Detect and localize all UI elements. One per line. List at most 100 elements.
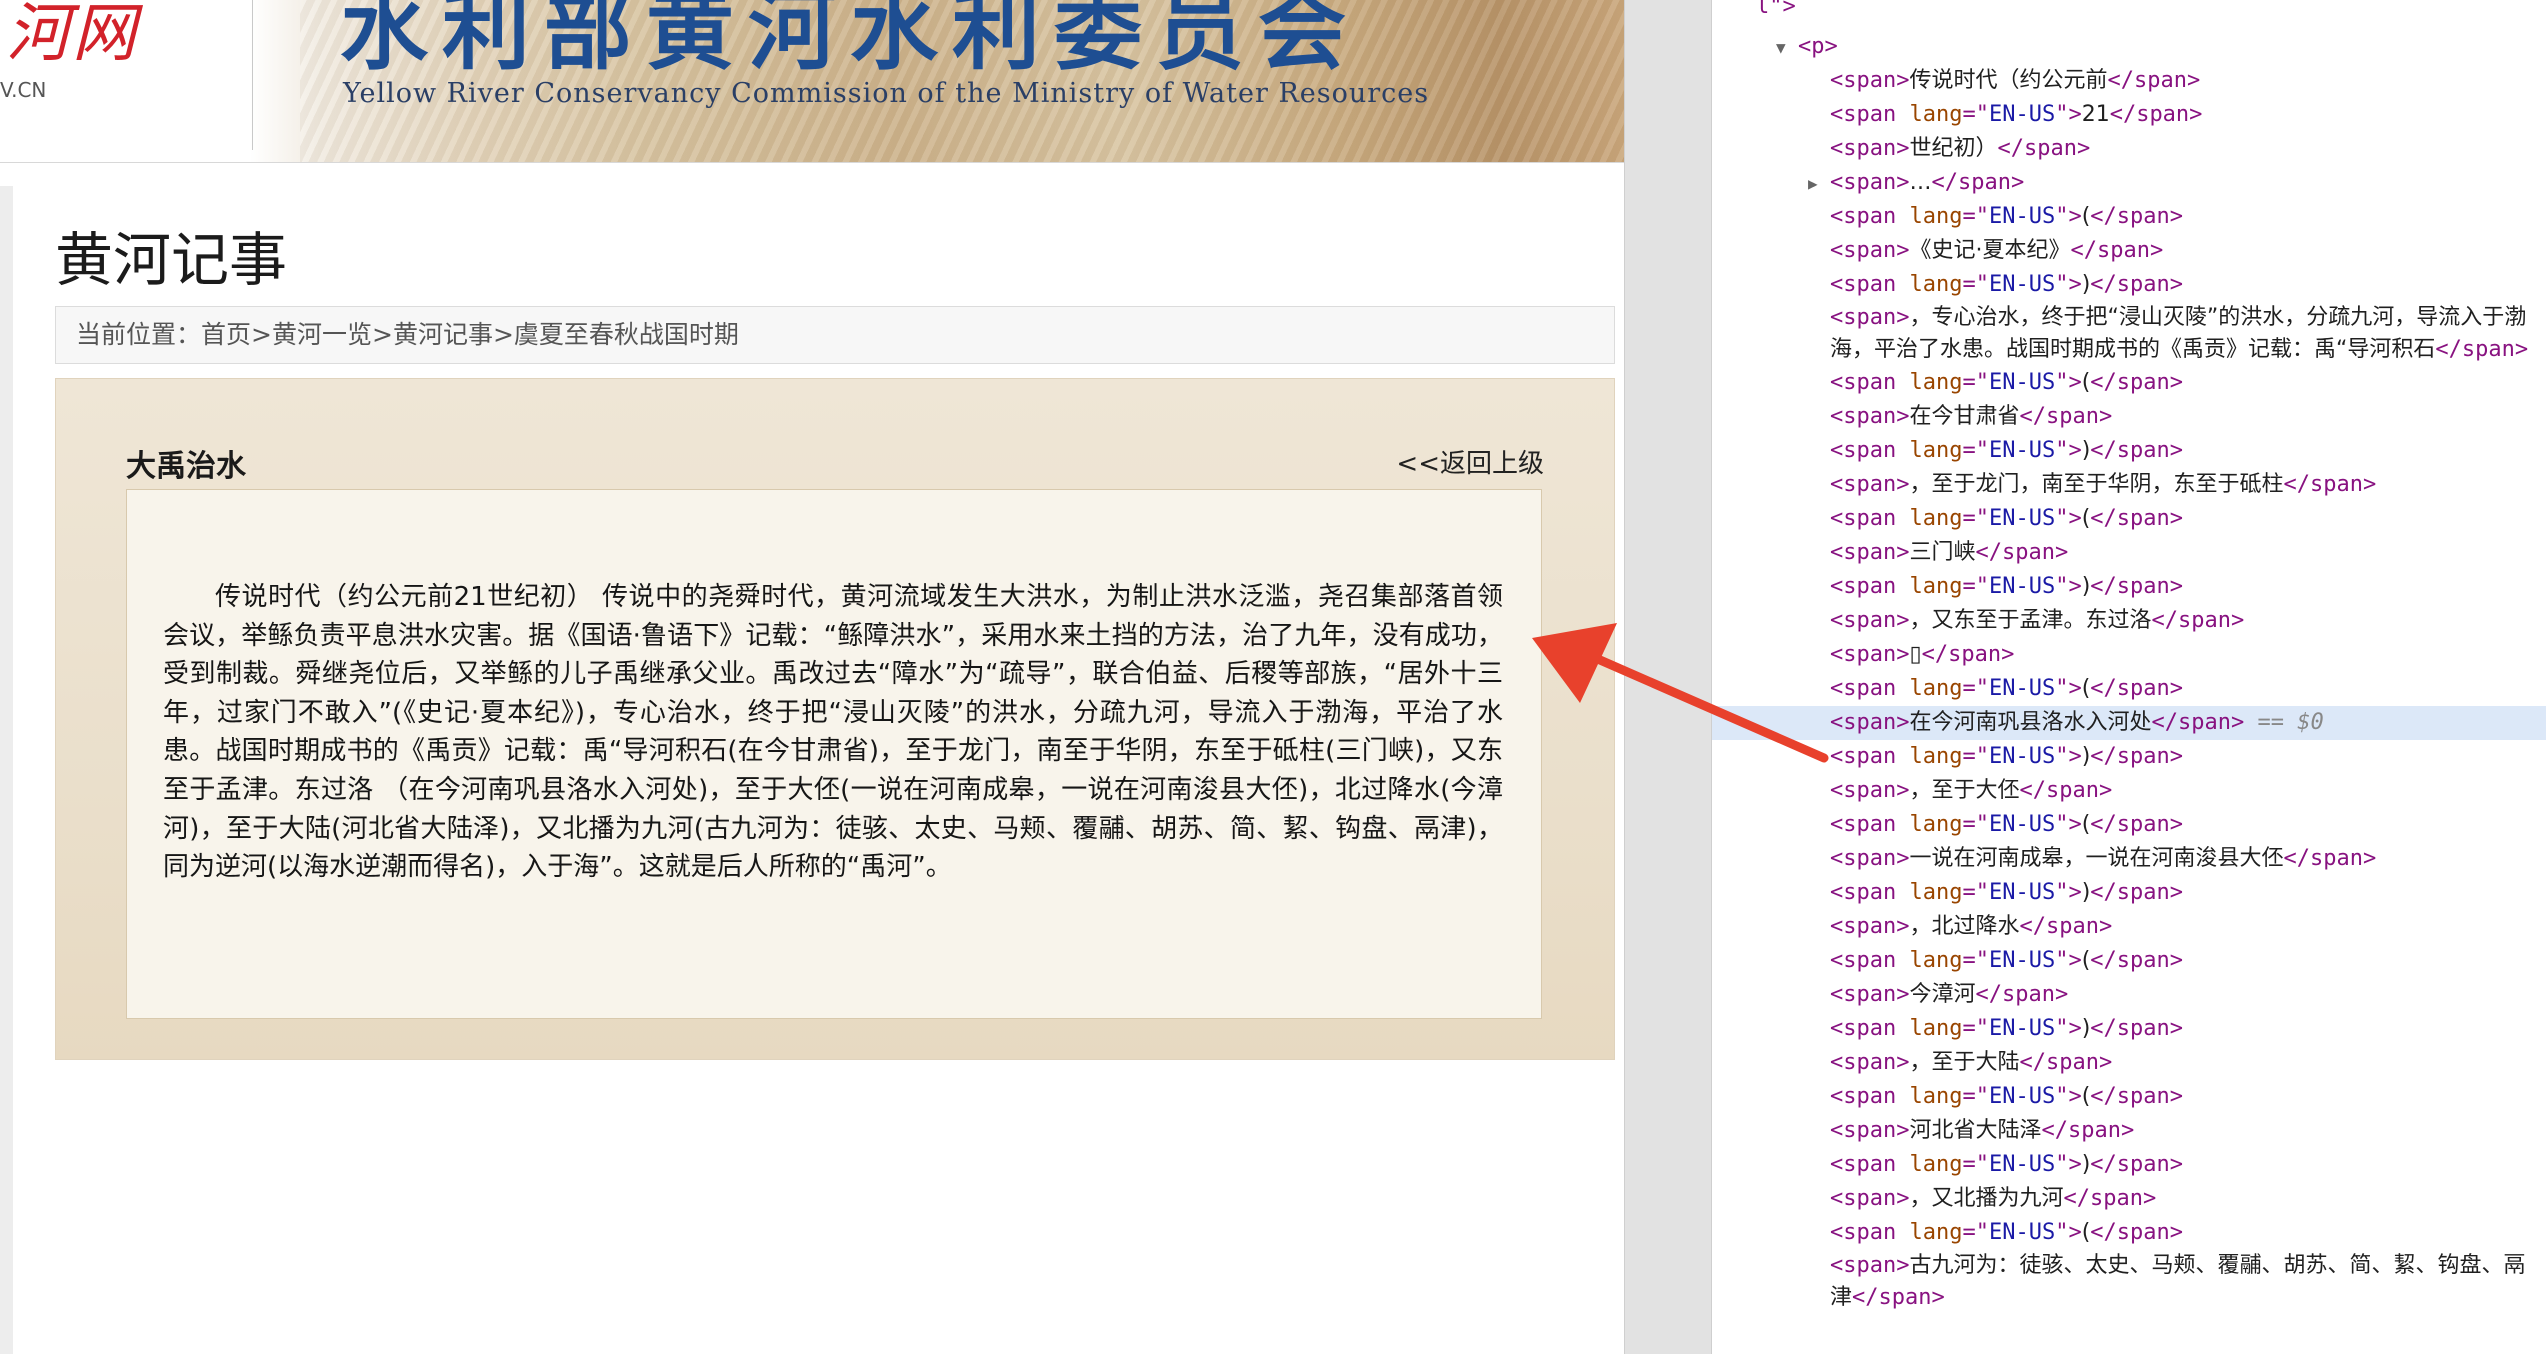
dom-open-tag: <span [1830, 846, 1897, 871]
article-body: 传说时代（约公元前21世纪初） 传说中的尧舜时代，黄河流域发生大洪水，为制止洪水… [163, 582, 1503, 883]
dom-open-tag: <span [1830, 305, 1897, 330]
dom-close-tag: </span> [2107, 68, 2201, 93]
dom-close-tag: </span> [2090, 204, 2184, 229]
dom-attribute-value: EN-US [1988, 676, 2056, 701]
dom-close-tag: </span> [2090, 1152, 2184, 1177]
dom-node[interactable]: <span>，又东至于孟津。东过洛</span> [1712, 604, 2546, 638]
dom-open-tag: <span [1830, 642, 1897, 667]
dom-node[interactable]: <span>《史记·夏本纪》</span> [1712, 234, 2546, 268]
dom-node[interactable]: <span>一说在河南成皋，一说在河南浚县大伾</span> [1712, 842, 2546, 876]
dom-node[interactable]: <span lang="EN-US">(</span> [1712, 200, 2546, 234]
devtools-splitter[interactable] [1624, 0, 1712, 1354]
dom-attribute-name: lang [1896, 1016, 1963, 1041]
dom-text-content: 在今甘肃省 [1909, 404, 2020, 429]
dom-tag-end: > [1896, 404, 1910, 429]
dom-tag-end: > [2068, 102, 2082, 127]
dom-node[interactable]: <span>古九河为：徒骇、太史、马颊、覆鬴、胡苏、简、絜、钩盘、鬲津</spa… [1712, 1250, 2546, 1314]
dom-node[interactable]: <span>三门峡</span> [1712, 536, 2546, 570]
dom-node[interactable]: <span lang="EN-US">)</span> [1712, 268, 2546, 302]
dom-tag-end: > [1896, 305, 1910, 330]
dom-node[interactable]: <span>，又北播为九河</span> [1712, 1182, 2546, 1216]
dom-node[interactable]: <span lang="EN-US">)</span> [1712, 1148, 2546, 1182]
dom-open-tag: <span [1830, 238, 1897, 263]
expand-triangle-icon[interactable]: ▶ [1808, 167, 1830, 201]
dom-close-tag: </span> [2090, 744, 2184, 769]
dom-node[interactable]: <span lang="EN-US">(</span> [1712, 502, 2546, 536]
dom-open-tag: <span [1830, 608, 1897, 633]
dom-open-tag: <span [1830, 1186, 1897, 1211]
dom-text-content: ) [2081, 1152, 2091, 1177]
dom-close-tag: </span> [2041, 1118, 2135, 1143]
dom-node[interactable]: <span>，专心治水，终于把“浸山灭陵”的洪水，分疏九河，导流入于渤海，平治了… [1712, 302, 2546, 366]
dom-node[interactable]: <span lang="EN-US">)</span> [1712, 876, 2546, 910]
dom-attribute-quote: " [2055, 370, 2069, 395]
dom-open-tag: <span [1830, 744, 1897, 769]
dom-close-tag: </span> [1975, 540, 2069, 565]
dom-attribute-value: EN-US [1988, 812, 2056, 837]
dom-selected-marker: == $0 [2244, 710, 2324, 735]
dom-node-selected[interactable]: <span>在今河南巩县洛水入河处</span> == $0 [1712, 706, 2546, 740]
dom-attribute-equals: =" [1962, 676, 1989, 701]
dom-attribute-value: EN-US [1988, 880, 2056, 905]
dom-close-tag: </span> [2283, 846, 2377, 871]
dom-attribute-name: lang [1896, 1152, 1963, 1177]
breadcrumb-chronicle[interactable]: 黄河记事 [393, 320, 493, 349]
dom-node[interactable]: <span lang="EN-US">)</span> [1712, 570, 2546, 604]
dom-tag-end: > [2068, 1152, 2082, 1177]
dom-node[interactable]: <span lang="EN-US">)</span> [1712, 434, 2546, 468]
back-to-parent-link[interactable]: <<返回上级 [1396, 443, 1544, 480]
dom-attribute-equals: =" [1962, 880, 1989, 905]
dom-node[interactable]: <span lang="EN-US">(</span> [1712, 944, 2546, 978]
dom-node[interactable]: ▶ <span>…</span> [1712, 166, 2546, 200]
dom-open-tag: <span [1830, 102, 1897, 127]
dom-tag-end: > [2068, 880, 2082, 905]
dom-node[interactable]: <span lang="EN-US">)</span> [1712, 1012, 2546, 1046]
dom-node[interactable]: <span>▯</span> [1712, 638, 2546, 672]
dom-open-tag: <span [1830, 438, 1897, 463]
dom-node[interactable]: <span>今漳河</span> [1712, 978, 2546, 1012]
dom-node[interactable]: ▼ <p> [1712, 30, 2546, 64]
dom-close-tag: </span> [2063, 1186, 2157, 1211]
dom-text-content: 一说在河南成皋，一说在河南浚县大伾 [1909, 846, 2284, 871]
dom-attribute-quote: " [2055, 676, 2069, 701]
dom-attribute-name: lang [1896, 370, 1963, 395]
site-logo[interactable]: 河网 [6, 0, 138, 74]
dom-attribute-equals: =" [1962, 272, 1989, 297]
dom-attribute-name: lang [1896, 272, 1963, 297]
dom-tag-end: > [1896, 982, 1910, 1007]
dom-node[interactable]: <span>，至于大伾</span> [1712, 774, 2546, 808]
dom-node[interactable]: <span lang="EN-US">(</span> [1712, 1216, 2546, 1250]
breadcrumb-home[interactable]: 首页 [201, 320, 251, 349]
dom-node[interactable]: <span lang="EN-US">(</span> [1712, 808, 2546, 842]
dom-attribute-equals: =" [1962, 204, 1989, 229]
dom-text-content: ，至于龙门，南至于华阴，东至于砥柱 [1909, 472, 2284, 497]
dom-tag-end: > [2068, 272, 2082, 297]
dom-tag-end: > [1896, 68, 1910, 93]
dom-node[interactable]: <span lang="EN-US">(</span> [1712, 366, 2546, 400]
dom-node[interactable]: <span lang="EN-US">(</span> [1712, 1080, 2546, 1114]
dom-node[interactable]: <span>，北过降水</span> [1712, 910, 2546, 944]
dom-node[interactable]: <span>在今甘肃省</span> [1712, 400, 2546, 434]
dom-close-tag: </span> [1931, 170, 2025, 195]
dom-attribute-value: EN-US [1988, 574, 2056, 599]
devtools-elements-panel: l"> ▼ <p> <span>传说时代（约公元前</span> <span lang… [1712, 0, 2546, 1354]
dom-close-tag: </span> [2435, 337, 2529, 362]
dom-node[interactable]: <span>世纪初）</span> [1712, 132, 2546, 166]
dom-node[interactable]: <span lang="EN-US">(</span> [1712, 672, 2546, 706]
dom-node[interactable]: <span>河北省大陆泽</span> [1712, 1114, 2546, 1148]
dom-tag-end: > [1896, 710, 1910, 735]
dom-attribute-equals: =" [1962, 948, 1989, 973]
dom-node[interactable]: <span>，至于龙门，南至于华阴，东至于砥柱</span> [1712, 468, 2546, 502]
dom-text-content: ( [2081, 506, 2091, 531]
dom-node[interactable]: <span>传说时代（约公元前</span> [1712, 64, 2546, 98]
dom-open-tag: <span [1830, 170, 1897, 195]
dom-node[interactable]: <span>，至于大陆</span> [1712, 1046, 2546, 1080]
breadcrumb-current-section[interactable]: 虞夏至春秋战国时期 [514, 320, 739, 349]
collapse-triangle-icon[interactable]: ▼ [1776, 31, 1798, 65]
dom-open-tag: <span [1830, 1152, 1897, 1177]
dom-node[interactable]: <span lang="EN-US">)</span> [1712, 740, 2546, 774]
dom-close-tag: </span> [2090, 272, 2184, 297]
dom-node[interactable]: <span lang="EN-US">21</span> [1712, 98, 2546, 132]
breadcrumb-overview[interactable]: 黄河一览 [272, 320, 372, 349]
dom-attribute-equals: =" [1962, 438, 1989, 463]
